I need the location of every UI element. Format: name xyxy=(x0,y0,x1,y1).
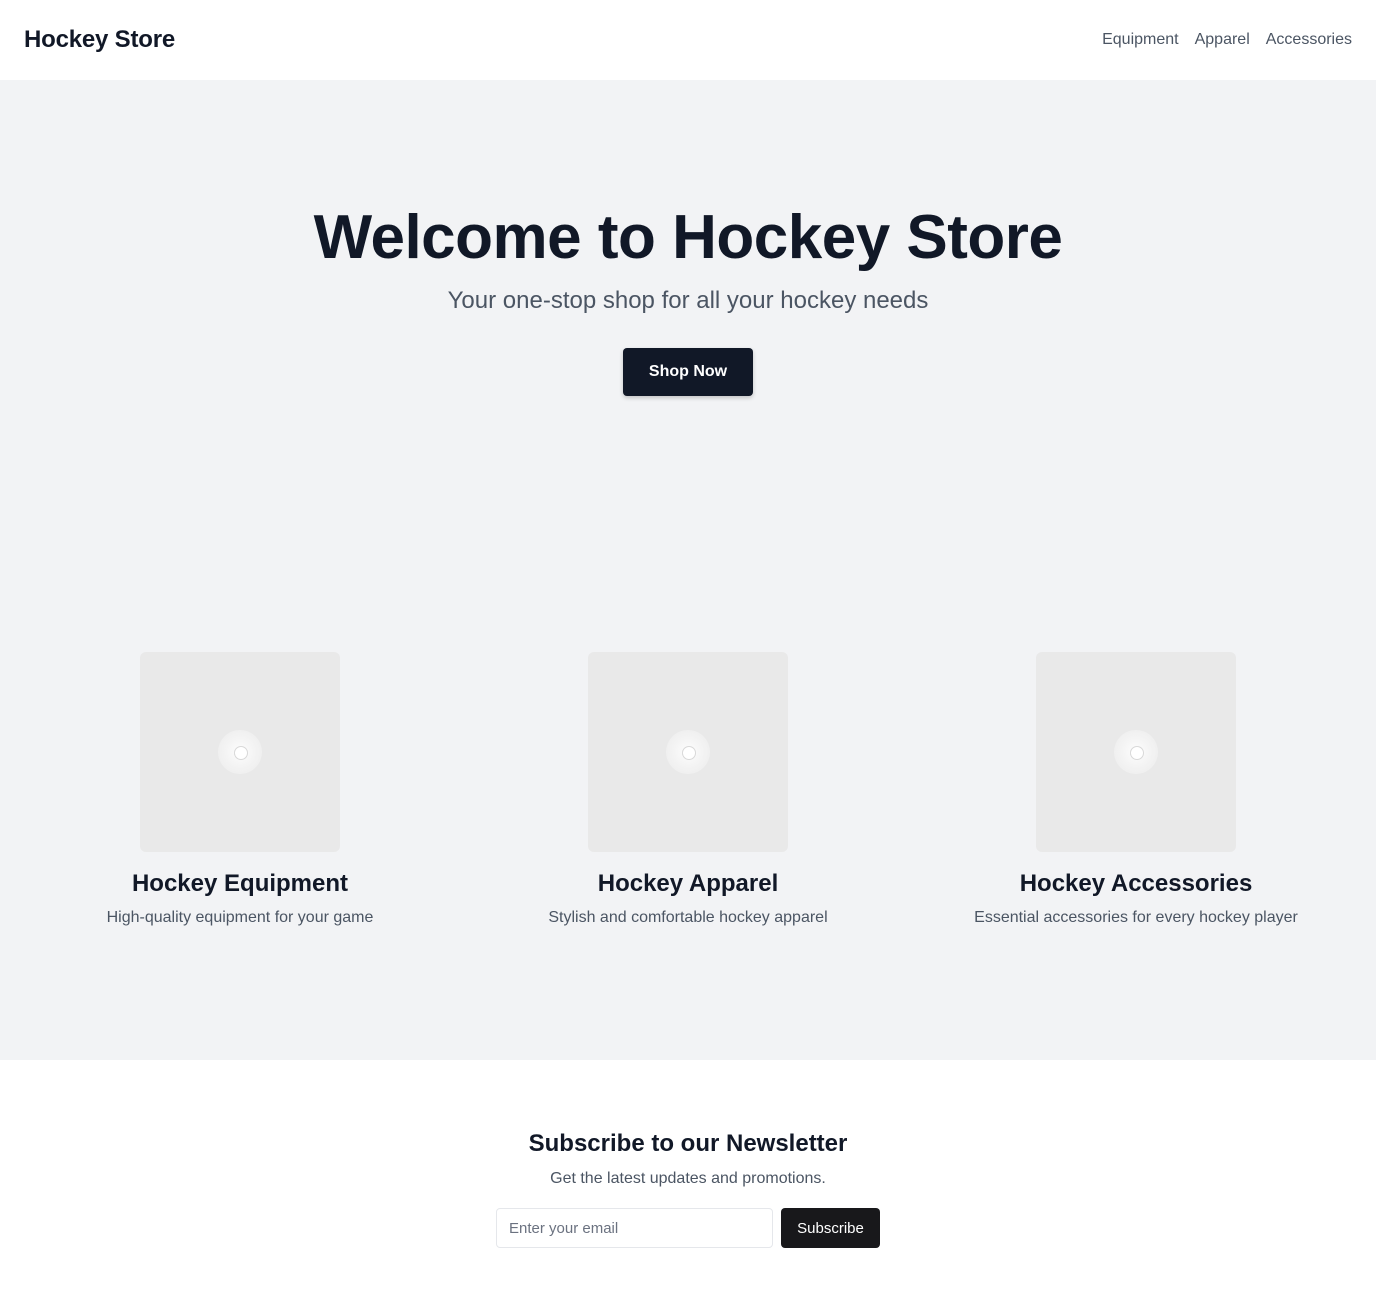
category-description: High-quality equipment for your game xyxy=(106,909,374,926)
site-logo[interactable]: Hockey Store xyxy=(24,26,175,54)
category-title: Hockey Equipment xyxy=(131,870,349,897)
newsletter-section: Subscribe to our Newsletter Get the late… xyxy=(0,1060,1376,1316)
image-placeholder-icon xyxy=(666,730,710,774)
subscribe-button[interactable]: Subscribe xyxy=(781,1208,880,1248)
site-header: Hockey Store Equipment Apparel Accessori… xyxy=(0,0,1376,80)
nav-link-equipment[interactable]: Equipment xyxy=(1102,31,1179,49)
nav-link-apparel[interactable]: Apparel xyxy=(1195,31,1250,49)
category-title: Hockey Apparel xyxy=(597,870,779,897)
main-nav: Equipment Apparel Accessories xyxy=(1102,31,1352,49)
category-card-accessories[interactable]: Hockey Accessories Essential accessories… xyxy=(912,652,1360,928)
category-description: Essential accessories for every hockey p… xyxy=(974,909,1298,926)
category-image[interactable] xyxy=(588,652,788,852)
image-placeholder-icon xyxy=(218,730,262,774)
main-content: Welcome to Hockey Store Your one-stop sh… xyxy=(0,80,1376,1060)
nav-link-accessories[interactable]: Accessories xyxy=(1266,31,1352,49)
image-placeholder-icon xyxy=(1114,730,1158,774)
category-description: Stylish and comfortable hockey apparel xyxy=(548,909,828,926)
newsletter-form: Subscribe xyxy=(496,1208,880,1248)
shop-now-button[interactable]: Shop Now xyxy=(623,348,753,396)
newsletter-title: Subscribe to our Newsletter xyxy=(528,1130,848,1157)
email-input[interactable] xyxy=(496,1208,773,1248)
category-title: Hockey Accessories xyxy=(1019,870,1253,897)
category-card-apparel[interactable]: Hockey Apparel Stylish and comfortable h… xyxy=(464,652,912,928)
hero-subtitle: Your one-stop shop for all your hockey n… xyxy=(447,287,929,314)
newsletter-text: Get the latest updates and promotions. xyxy=(550,1170,826,1187)
category-card-equipment[interactable]: Hockey Equipment High-quality equipment … xyxy=(16,652,464,928)
hero-title: Welcome to Hockey Store xyxy=(313,203,1063,272)
category-image[interactable] xyxy=(1036,652,1236,852)
category-image[interactable] xyxy=(140,652,340,852)
